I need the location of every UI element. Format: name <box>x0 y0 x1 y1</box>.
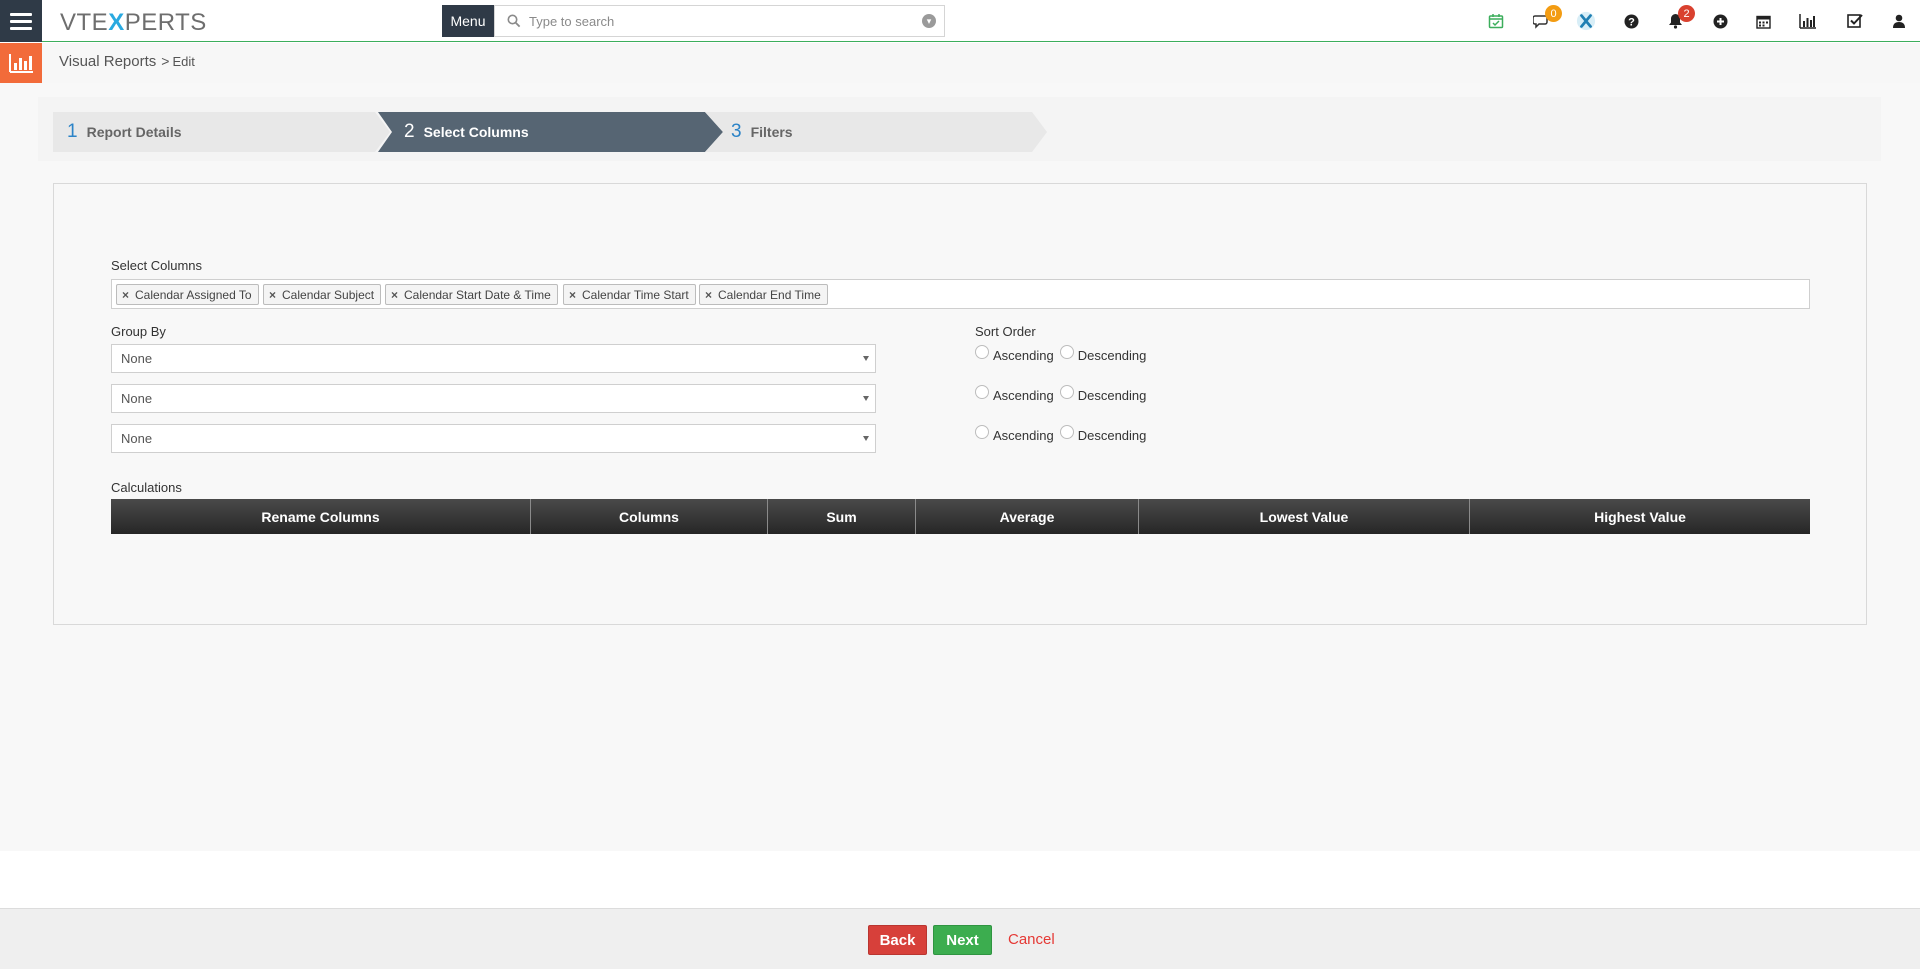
svg-text:?: ? <box>1628 16 1635 28</box>
notification-badge: 2 <box>1678 5 1695 22</box>
global-search: ▾ <box>494 5 945 37</box>
search-icon <box>507 14 521 28</box>
remove-chip-icon[interactable]: × <box>569 288 576 302</box>
step-number: 2 <box>404 121 415 142</box>
ascending-label: Ascending <box>993 428 1054 443</box>
breadcrumb-separator: > <box>161 53 170 69</box>
column-chip: × Calendar Assigned To <box>116 284 259 305</box>
reports-chart-icon[interactable] <box>1797 11 1817 31</box>
column-header: Lowest Value <box>1139 499 1470 534</box>
logo-x: X <box>108 9 125 36</box>
top-bar: VTEXPERTS Menu ▾ 0 ? 2 <box>0 0 1920 42</box>
ascending-label: Ascending <box>993 348 1054 363</box>
dropdown-arrow-icon <box>863 356 869 361</box>
ascending-radio[interactable] <box>975 424 989 439</box>
column-header: Highest Value <box>1594 508 1686 525</box>
module-header: Visual Reports > Edit <box>0 43 1920 83</box>
remove-chip-icon[interactable]: × <box>391 288 398 302</box>
descending-label: Descending <box>1077 348 1147 363</box>
descending-radio[interactable] <box>1059 424 1074 439</box>
vtexperts-logo[interactable]: VTEXPERTS <box>60 9 207 37</box>
chip-label: Calendar Subject <box>282 287 375 302</box>
column-chip: × Calendar Time Start <box>563 284 696 305</box>
tasks-checkbox-icon[interactable] <box>1845 11 1865 31</box>
chip-label: Calendar End Time <box>718 287 821 302</box>
wizard-step-report-details[interactable]: 1 Report Details <box>53 112 390 152</box>
wizard-step-select-columns[interactable]: 2 Select Columns <box>378 112 723 152</box>
breadcrumb: Visual Reports > Edit <box>59 53 195 70</box>
notification-bell-icon[interactable]: 2 <box>1665 5 1695 31</box>
next-button[interactable]: Next <box>933 925 992 955</box>
visual-reports-module-icon[interactable] <box>0 43 42 83</box>
chip-label: Calendar Assigned To <box>135 287 252 302</box>
descending-label: Descending <box>1077 388 1147 403</box>
sort-order-row-2: Ascending Descending <box>975 384 1152 403</box>
calculations-label: Calculations <box>111 480 182 495</box>
main-content: 1 Report Details 2 Select Columns 3 Filt… <box>0 83 1920 851</box>
select-columns-label: Select Columns <box>111 258 203 273</box>
chat-badge: 0 <box>1545 5 1562 22</box>
cancel-link[interactable]: Cancel <box>1008 931 1055 948</box>
descending-radio[interactable] <box>1059 384 1074 399</box>
ascending-radio[interactable] <box>975 344 989 359</box>
column-chip: × Calendar Start Date & Time <box>385 284 558 305</box>
remove-chip-icon[interactable]: × <box>122 288 129 302</box>
column-chip: × Calendar End Time <box>699 284 828 305</box>
search-input[interactable] <box>529 13 919 29</box>
descending-label: Descending <box>1077 428 1147 443</box>
select-columns-input[interactable]: × Calendar Assigned To × Calendar Subject … <box>111 279 1810 309</box>
dropdown-arrow-icon <box>863 396 869 401</box>
column-header: Columns <box>531 499 768 534</box>
user-profile-icon[interactable] <box>1889 11 1909 31</box>
calendar-check-icon[interactable] <box>1486 11 1506 31</box>
remove-chip-icon[interactable]: × <box>269 288 276 302</box>
breadcrumb-module[interactable]: Visual Reports <box>59 53 156 70</box>
wizard-step-filters[interactable]: 3 Filters <box>705 112 1047 152</box>
form-footer: Back Next Cancel <box>0 908 1920 969</box>
column-chip: × Calendar Subject <box>263 284 382 305</box>
sort-order-row-3: Ascending Descending <box>975 424 1152 443</box>
back-button[interactable]: Back <box>868 925 927 955</box>
descending-radio[interactable] <box>1059 344 1074 359</box>
group-by-select-1[interactable]: None <box>111 344 876 373</box>
help-icon[interactable]: ? <box>1621 11 1641 31</box>
group-by-select-3[interactable]: None <box>111 424 876 453</box>
search-dropdown-icon[interactable]: ▾ <box>922 14 936 28</box>
sort-order-label: Sort Order <box>975 324 1036 339</box>
vtexperts-x-icon[interactable] <box>1576 11 1596 31</box>
step-label: Filters <box>750 124 793 140</box>
column-header: Rename Columns <box>111 499 531 534</box>
step-label: Select Columns <box>423 124 529 140</box>
select-value: None <box>121 391 153 406</box>
group-by-select-2[interactable]: None <box>111 384 876 413</box>
step-number: 3 <box>731 121 742 142</box>
breadcrumb-page: Edit <box>172 54 195 69</box>
calculations-table-header: Rename Columns Columns Sum Average Lowes… <box>111 499 1810 534</box>
logo-prefix: VTE <box>60 9 109 36</box>
step-number: 1 <box>67 121 78 142</box>
chip-label: Calendar Time Start <box>582 287 689 302</box>
report-columns-panel: Select Columns × Calendar Assigned To × Ca… <box>53 183 1867 625</box>
calendar-icon[interactable] <box>1753 11 1773 31</box>
dropdown-arrow-icon <box>863 436 869 441</box>
ascending-label: Ascending <box>993 388 1054 403</box>
quick-create-plus-icon[interactable] <box>1710 11 1730 31</box>
group-by-label: Group By <box>111 324 166 339</box>
hamburger-menu-icon[interactable] <box>0 0 42 42</box>
column-header: Average <box>916 499 1139 534</box>
logo-suffix: PERTS <box>124 9 207 36</box>
chip-label: Calendar Start Date & Time <box>404 287 551 302</box>
select-value: None <box>121 351 153 366</box>
menu-button[interactable]: Menu <box>442 5 494 37</box>
sort-order-row-1: Ascending Descending <box>975 344 1152 363</box>
ascending-radio[interactable] <box>975 384 989 399</box>
column-header: Sum <box>768 499 916 534</box>
chat-icon[interactable]: 0 <box>1532 5 1562 31</box>
select-value: None <box>121 431 153 446</box>
remove-chip-icon[interactable]: × <box>705 288 712 302</box>
step-label: Report Details <box>86 124 182 140</box>
